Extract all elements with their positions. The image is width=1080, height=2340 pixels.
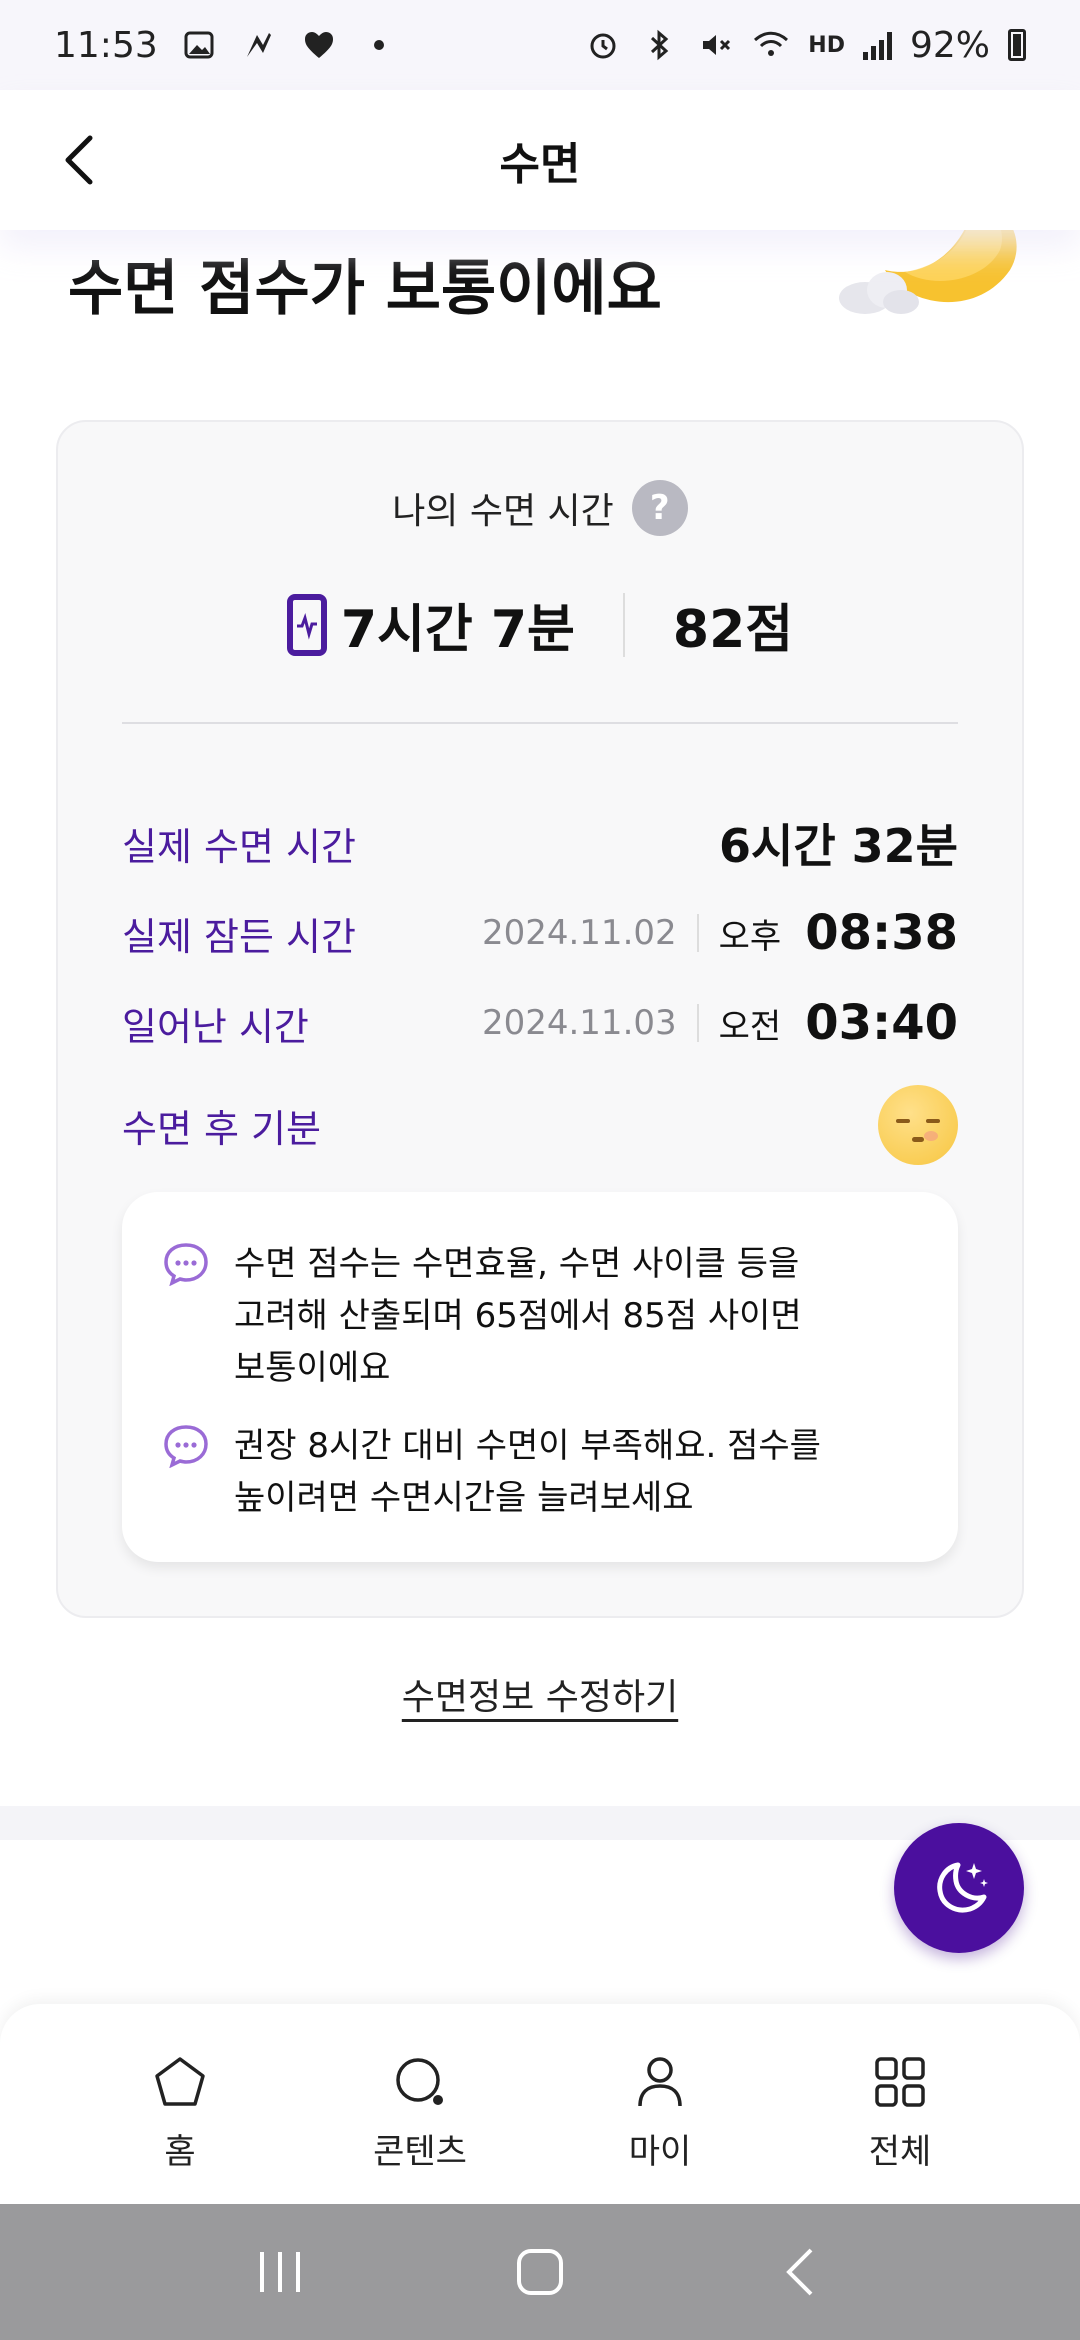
info-tip: 권장 8시간 대비 수면이 부족해요. 점수를 높이려면 수면시간을 늘려보세요	[162, 1420, 918, 1524]
info-tip-text: 권장 8시간 대비 수면이 부족해요. 점수를 높이려면 수면시간을 늘려보세요	[234, 1426, 821, 1518]
divider	[696, 1004, 699, 1042]
woke-up-time: 03:40	[805, 995, 958, 1051]
more-notifications-dot-icon	[360, 26, 398, 64]
fell-asleep-ampm: 오후	[718, 916, 782, 957]
nav-label: 콘텐츠	[373, 2132, 467, 2172]
info-tip-text: 수면 점수는 수면효율, 수면 사이클 등을 고려해 산출되며 65점에서 85…	[234, 1244, 802, 1388]
woke-up-ampm: 오전	[718, 1006, 782, 1047]
hd-voice-label: HD	[808, 32, 845, 58]
edit-sleep-info-link[interactable]: 수면정보 수정하기	[402, 1677, 678, 1718]
status-bar: 11:53 HD 92%	[0, 0, 1080, 90]
alarm-icon	[584, 26, 622, 64]
row-label: 실제 수면 시간	[122, 824, 356, 869]
top-app-bar: 수면	[0, 90, 1080, 230]
sleep-summary-card: 나의 수면 시간 ? 7시간 7분 82점 실제 수면 시간 6시간 32분 실…	[56, 420, 1024, 1618]
gallery-notification-icon	[180, 26, 218, 64]
system-navigation-bar	[0, 2204, 1080, 2340]
mood-after-sleep-row: 수면 후 기분	[122, 1085, 958, 1165]
chevron-left-icon	[65, 135, 93, 185]
row-label: 일어난 시간	[122, 1004, 309, 1049]
recent-apps-button[interactable]	[240, 2232, 320, 2312]
info-tip: 수면 점수는 수면효율, 수면 사이클 등을 고려해 산출되며 65점에서 85…	[162, 1238, 918, 1394]
row-label: 수면 후 기분	[122, 1106, 321, 1151]
bluetooth-icon	[640, 26, 678, 64]
health-heart-icon	[300, 26, 338, 64]
home-system-button[interactable]	[500, 2232, 580, 2312]
fell-asleep-date: 2024.11.02	[481, 913, 677, 953]
total-sleep-row: 7시간 7분 82점	[58, 587, 1022, 662]
section-separator	[0, 1806, 1080, 1840]
nav-label: 마이	[628, 2132, 692, 2172]
row-label: 실제 잠든 시간	[122, 914, 356, 959]
actual-sleep-value: 6시간 32분	[719, 819, 958, 873]
recent-apps-icon	[260, 2252, 300, 2292]
woke-up-date: 2024.11.03	[481, 1003, 677, 1043]
card-subtitle-row: 나의 수면 시간 ?	[58, 480, 1022, 536]
mute-icon	[696, 26, 734, 64]
moon-stars-icon	[937, 1862, 988, 1913]
fell-asleep-row: 실제 잠든 시간 2024.11.02 오후 08:38	[122, 898, 958, 968]
battery-icon	[1008, 29, 1026, 61]
woke-up-row: 일어난 시간 2024.11.03 오전 03:40	[122, 988, 958, 1058]
hero-section: 수면 점수가 보통이에요	[0, 210, 1080, 370]
help-question-icon[interactable]: ?	[631, 480, 688, 536]
signal-icon	[862, 30, 892, 60]
nav-item-my[interactable]: 마이	[580, 2004, 740, 2204]
page-title: 수면	[499, 139, 581, 190]
card-subtitle: 나의 수면 시간	[392, 491, 614, 532]
nav-item-all[interactable]: 전체	[820, 2004, 980, 2204]
divider	[696, 914, 699, 952]
sleep-score: 82점	[672, 600, 794, 660]
nav-label: 전체	[868, 2132, 932, 2172]
bottom-navigation: 홈 콘텐츠 마이 전체	[0, 2004, 1080, 2204]
person-icon	[638, 2057, 682, 2107]
fell-asleep-time: 08:38	[805, 905, 958, 961]
nav-item-home[interactable]: 홈	[100, 2004, 260, 2204]
chat-bubble-icon	[164, 1425, 208, 1468]
home-icon	[155, 2057, 205, 2106]
info-tips-box: 수면 점수는 수면효율, 수면 사이클 등을 고려해 산출되며 65점에서 85…	[122, 1192, 958, 1562]
actual-sleep-row: 실제 수면 시간 6시간 32분	[122, 808, 958, 878]
nav-label: 홈	[164, 2132, 196, 2172]
phone-sleep-tracking-icon	[286, 593, 327, 656]
wifi-icon	[752, 26, 790, 64]
grid-icon	[875, 2057, 925, 2107]
chat-bubble-icon	[164, 1243, 208, 1286]
sleep-score-headline: 수면 점수가 보통이에요	[68, 254, 662, 324]
search-icon	[396, 2058, 443, 2105]
sleep-mode-fab-button[interactable]	[894, 1823, 1024, 1953]
total-sleep-time: 7시간 7분	[340, 600, 575, 660]
status-time: 11:53	[54, 24, 158, 66]
horizontal-divider	[122, 722, 958, 724]
divider	[622, 592, 625, 657]
fitness-notification-icon	[240, 26, 278, 64]
back-chevron-icon	[786, 2248, 813, 2296]
edit-sleep-info-row: 수면정보 수정하기	[0, 1668, 1080, 1720]
back-system-button[interactable]	[760, 2232, 840, 2312]
battery-percent: 92%	[909, 24, 990, 66]
back-button[interactable]	[50, 130, 110, 190]
home-square-icon	[517, 2249, 563, 2295]
nav-item-contents[interactable]: 콘텐츠	[340, 2004, 500, 2204]
sleepy-face-emoji-icon	[878, 1085, 958, 1165]
